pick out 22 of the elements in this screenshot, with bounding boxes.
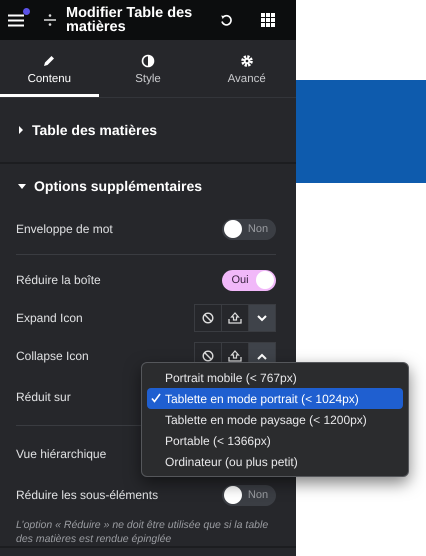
menu-option[interactable]: Tablette en mode portrait (< 1024px) — [147, 388, 403, 409]
section-title[interactable]: Table des matières — [32, 122, 158, 138]
tab[interactable]: Avancé — [197, 40, 296, 97]
toggle-switch[interactable]: Oui — [222, 270, 276, 290]
tab[interactable]: Style — [98, 40, 198, 97]
toggle-switch[interactable]: Non — [222, 484, 276, 506]
tab[interactable]: Contenu — [0, 40, 99, 97]
field-label: Enveloppe de mot — [16, 222, 113, 236]
field-label: Réduit sur — [16, 390, 71, 404]
field-label: Collapse Icon — [16, 349, 89, 363]
toggle-switch[interactable]: Non — [222, 218, 276, 240]
menu-option[interactable]: Tablette en mode paysage (< 1200px) — [147, 409, 403, 430]
menu-option[interactable]: Portable (< 1366px) — [147, 430, 403, 451]
menu-option[interactable]: Ordinateur (ou plus petit) — [147, 451, 403, 472]
help-note: L’option « Réduire » ne doit être utilisée que si la table des matières est rendue épinglée — [15, 518, 270, 546]
field-label: Vue hiérarchique — [16, 447, 106, 461]
menu-option[interactable]: Portrait mobile (< 767px) — [147, 367, 403, 388]
field-label: Expand Icon — [16, 311, 83, 325]
section-title[interactable]: Options supplémentaires — [34, 178, 202, 194]
field-label: Réduire les sous-éléments — [16, 488, 158, 502]
field-label: Réduire la boîte — [16, 273, 101, 287]
panel-title: Modifier Table des matières — [66, 6, 194, 34]
